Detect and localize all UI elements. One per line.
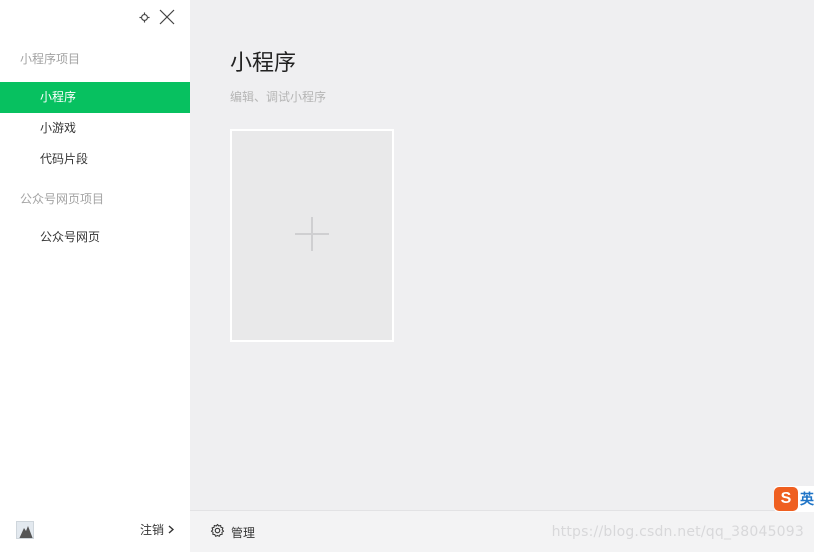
logout-button[interactable]: 注销 [139, 521, 175, 538]
chevron-right-icon [168, 523, 175, 537]
window-controls [138, 8, 176, 26]
sidebar: 小程序项目 小程序 小游戏 代码片段 公众号网页项目 公众号网页 注销 [0, 0, 190, 552]
sogou-ime-icon: S [774, 487, 798, 511]
manage-label: 管理 [231, 525, 256, 540]
watermark: https://blog.csdn.net/qq_38045093 [551, 524, 804, 540]
avatar[interactable] [16, 521, 34, 539]
sidebar-item-official-account-web[interactable]: 公众号网页 [0, 222, 190, 253]
sidebar-footer: 注销 [0, 508, 190, 552]
logout-label: 注销 [139, 523, 164, 537]
page-title: 小程序 [230, 51, 297, 76]
main-panel: 小程序 编辑、调试小程序 管理 https://blog.csdn.net/qq… [190, 0, 814, 552]
sidebar-item-miniprogram[interactable]: 小程序 [0, 82, 190, 113]
section-title-miniprogram: 小程序项目 [20, 52, 81, 66]
sidebar-item-minigame[interactable]: 小游戏 [0, 113, 190, 144]
section-title-official-account: 公众号网页项目 [20, 192, 105, 206]
plus-icon [294, 216, 330, 256]
settings-icon[interactable] [138, 11, 150, 23]
create-project-card[interactable] [230, 129, 394, 342]
sidebar-item-code-snippets[interactable]: 代码片段 [0, 144, 190, 175]
close-icon[interactable] [158, 8, 176, 26]
manage-button[interactable]: 管理 [210, 523, 255, 541]
ime-mode-label: 英 [800, 492, 814, 508]
main-footer: 管理 https://blog.csdn.net/qq_38045093 [190, 510, 814, 552]
ime-indicator[interactable]: S 英 [774, 486, 814, 512]
page-subtitle: 编辑、调试小程序 [230, 90, 327, 104]
gear-icon [210, 523, 225, 541]
